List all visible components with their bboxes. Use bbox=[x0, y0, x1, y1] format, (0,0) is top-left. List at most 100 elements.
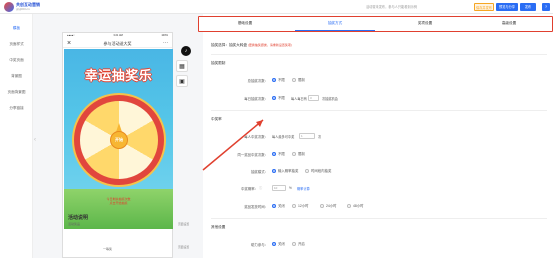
radio-label: 限制 bbox=[298, 78, 305, 82]
preview-share-button[interactable]: 预览与分享 bbox=[496, 3, 518, 11]
radio-label: 开启 bbox=[298, 242, 305, 246]
hero-title: 幸运抽奖乐 bbox=[84, 68, 153, 83]
section-limit-title: 抽奖限制 bbox=[211, 61, 226, 65]
win-count-label: 每人中奖次数： bbox=[244, 135, 268, 139]
info-icon: ⓘ bbox=[259, 186, 263, 190]
radio-label: 不限 bbox=[278, 96, 285, 100]
wheel-segments: 开始 bbox=[80, 101, 158, 179]
lottery-wheel[interactable]: 开始 bbox=[72, 93, 166, 187]
phone-navbar: × 参与活动送大奖 ··· bbox=[63, 39, 172, 48]
gift-icon[interactable]: ▣ bbox=[176, 75, 188, 87]
win-rate-input[interactable]: 10 bbox=[272, 185, 286, 191]
music-icon[interactable]: ♪ bbox=[181, 46, 191, 56]
sidebar-item-win-page[interactable]: 中奖页面 bbox=[0, 56, 33, 64]
tab-active-underline bbox=[295, 30, 375, 31]
radio-dot bbox=[272, 95, 276, 100]
tab-lottery-mode-label: 抽奖方式 bbox=[327, 21, 343, 25]
section-other-title: 其他设置 bbox=[211, 225, 226, 229]
sidebar-item-template[interactable]: 模板 bbox=[0, 24, 33, 32]
qrcode-icon[interactable]: ▦ bbox=[176, 60, 188, 72]
daily-limit-suffix: 次抽奖机会 bbox=[322, 97, 338, 101]
radio-dot bbox=[347, 203, 351, 208]
logo-icon bbox=[4, 2, 14, 12]
radio-dot bbox=[292, 151, 296, 156]
sidebar-item-background[interactable]: 背景图 bbox=[0, 72, 33, 80]
section-win-title: 中奖率 bbox=[211, 117, 222, 121]
phone-page-title: 参与活动送大奖 bbox=[103, 41, 132, 46]
radio-dot bbox=[272, 203, 276, 208]
radio-dot bbox=[272, 241, 276, 246]
collapse-sidebar-icon[interactable]: ‹ bbox=[34, 137, 36, 143]
divider bbox=[211, 54, 547, 55]
prize-time-48h-radio[interactable]: 48小时 bbox=[347, 203, 364, 208]
total-limit-unlimited-radio[interactable]: 不限 bbox=[272, 77, 285, 82]
radio-label: 12小时 bbox=[298, 204, 309, 208]
same-prize-label: 同一奖品中奖次数： bbox=[237, 153, 268, 157]
save-publish-button[interactable]: 保存并发布 bbox=[474, 3, 494, 11]
wheel-start-button[interactable]: 开始 bbox=[110, 131, 128, 149]
lottery-mode-hint: (更换抽奖题类，请重新设置奖项) bbox=[247, 43, 292, 47]
radio-dot bbox=[292, 241, 296, 246]
help-icon[interactable]: ? bbox=[542, 3, 550, 11]
tab-prizes[interactable]: 奖项设置 bbox=[385, 17, 465, 30]
rules-prize-heading: 活动奖品 bbox=[68, 222, 81, 226]
sidebar-item-share-link[interactable]: 分享链接 bbox=[0, 104, 33, 112]
sidebar-item-page-style[interactable]: 页面样式 bbox=[0, 40, 33, 48]
same-prize-unlimited-radio[interactable]: 不限 bbox=[272, 151, 285, 156]
daily-limit-label: 每日抽奖次数： bbox=[244, 97, 268, 101]
publish-button[interactable]: 发布 bbox=[520, 3, 536, 11]
daily-limit-prefix: 每人每日有 bbox=[291, 97, 307, 101]
more-icon[interactable]: ··· bbox=[163, 39, 168, 47]
lottery-mode-label: 抽奖选择：抽奖大转盘 (更换抽奖题类，请重新设置奖项) bbox=[211, 43, 292, 48]
assist-on-radio[interactable]: 开启 bbox=[292, 241, 305, 246]
prize-row: 一等奖 bbox=[103, 247, 113, 251]
radio-label: 关闭 bbox=[278, 242, 285, 246]
daily-limit-unlimited-radio[interactable]: 不限 bbox=[272, 95, 285, 100]
page-settings-label-2: 页面设置 bbox=[178, 245, 190, 249]
total-limit-limited-radio[interactable]: 限制 bbox=[292, 77, 305, 82]
phone-preview: ●●●●○ 3:21 AM 100% × 参与活动送大奖 ··· 幸运抽奖乐 开… bbox=[62, 32, 173, 258]
same-prize-limited-radio[interactable]: 限制 bbox=[292, 151, 305, 156]
win-rate-unit: % bbox=[289, 186, 292, 190]
rules-title: 活动说明 bbox=[68, 215, 89, 221]
radio-label: 48小时 bbox=[353, 204, 364, 208]
publish-tip: 活动暂未发布，参与人只能看到示例 bbox=[366, 5, 417, 9]
win-rate-label: 中奖概率： bbox=[241, 187, 258, 191]
radio-dot bbox=[320, 203, 324, 208]
radio-label: 输入概率抽奖 bbox=[278, 169, 299, 173]
total-limit-label: 总抽奖次数： bbox=[247, 79, 268, 83]
tab-basic[interactable]: 基础设置 bbox=[205, 17, 285, 30]
lottery-hero: 幸运抽奖乐 开始 今日剩余抽奖次数 点击开始抽奖 bbox=[64, 49, 173, 229]
prize-time-12h-radio[interactable]: 12小时 bbox=[292, 203, 309, 208]
radio-dot bbox=[305, 168, 309, 173]
page-settings-label-1: 页面设置 bbox=[178, 222, 190, 226]
radio-dot bbox=[272, 77, 276, 82]
win-mode-probability-radio[interactable]: 输入概率抽奖 bbox=[272, 168, 298, 173]
start-hint-text: 点击开始抽奖 bbox=[109, 201, 128, 205]
win-count-prefix: 每人最多可中奖 bbox=[272, 135, 295, 139]
daily-limit-input[interactable]: 3 bbox=[308, 95, 319, 101]
prize-time-24h-radio[interactable]: 24小时 bbox=[320, 203, 337, 208]
lottery-mode-text: 抽奖选择：抽奖大转盘 bbox=[211, 43, 247, 47]
probability-calc-link[interactable]: 概率计算 bbox=[297, 186, 310, 191]
top-bar: 共创互动营销 gtyj003.cn 活动暂未发布，参与人只能看到示例 保存并发布… bbox=[0, 0, 553, 14]
sidebar: 模板 页面样式 中奖页面 背景图 页面背景图 分享链接 bbox=[0, 14, 33, 258]
sidebar-item-page-background[interactable]: 页面背景图 bbox=[0, 88, 33, 96]
radio-dot bbox=[292, 203, 296, 208]
win-count-input[interactable]: 1 bbox=[299, 133, 315, 139]
radio-label: 限制 bbox=[298, 152, 305, 156]
radio-dot bbox=[272, 168, 276, 173]
prize-time-label: 奖品发放时间： bbox=[244, 205, 268, 209]
win-mode-period-radio[interactable]: 时间段内抽奖 bbox=[305, 168, 331, 173]
divider bbox=[211, 110, 547, 111]
rules-section: 活动说明 活动奖品 bbox=[64, 215, 173, 227]
tab-lottery-mode[interactable]: 抽奖方式 bbox=[295, 17, 375, 31]
win-count-suffix: 次 bbox=[318, 135, 322, 139]
prize-time-off-radio[interactable]: 关闭 bbox=[272, 203, 285, 208]
win-mode-label: 抽奖模式： bbox=[251, 170, 268, 174]
assist-off-radio[interactable]: 关闭 bbox=[272, 241, 285, 246]
assist-label: 助力参与： bbox=[251, 243, 268, 247]
settings-tabs: 基础设置 抽奖方式 奖项设置 高级设置 bbox=[198, 16, 553, 32]
tab-advanced[interactable]: 高级设置 bbox=[469, 17, 549, 30]
radio-label: 24小时 bbox=[326, 204, 337, 208]
